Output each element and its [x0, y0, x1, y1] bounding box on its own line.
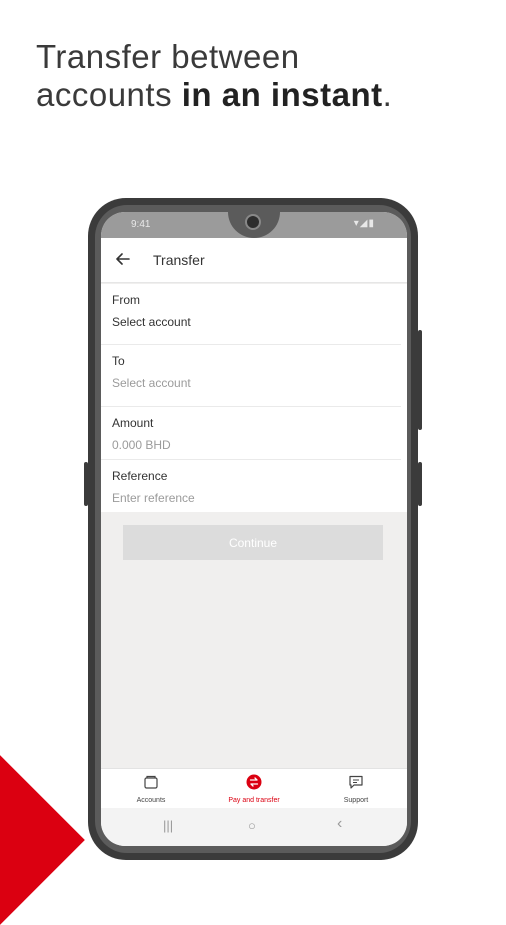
- transfer-form: From Select account To Select account Am…: [101, 284, 407, 512]
- from-value[interactable]: Select account: [112, 314, 390, 330]
- recents-icon[interactable]: |||: [163, 818, 173, 833]
- system-back-icon[interactable]: ‹: [337, 815, 342, 833]
- headline-line2-bold: in an instant: [181, 76, 383, 113]
- home-icon[interactable]: ○: [248, 818, 256, 833]
- bottom-nav: Accounts Pay and transfer Support: [101, 768, 407, 809]
- from-label: From: [112, 293, 140, 307]
- nav-item-accounts[interactable]: Accounts: [106, 774, 196, 804]
- amount-field[interactable]: Amount 0.000 BHD: [101, 407, 401, 460]
- phone-screen: 9:41 ▾◢▮ Transfer From Select account To…: [101, 212, 407, 846]
- transfer-icon: [246, 774, 262, 790]
- back-arrow-icon[interactable]: [113, 249, 133, 269]
- status-time: 9:41: [131, 219, 151, 230]
- nav-item-support[interactable]: Support: [311, 774, 401, 804]
- phone-power-button: [418, 462, 422, 506]
- app-bar: Transfer: [101, 238, 407, 283]
- camera-icon: [245, 214, 261, 230]
- nav-item-pay-and-transfer[interactable]: Pay and transfer: [209, 774, 299, 804]
- reference-input[interactable]: Enter reference: [112, 490, 390, 506]
- wallet-icon: [144, 775, 158, 789]
- headline-line2-plain: accounts: [36, 76, 182, 113]
- phone-volume-button: [84, 462, 88, 506]
- phone-side-button: [418, 330, 422, 430]
- headline: Transfer between accounts in an instant.: [36, 38, 392, 114]
- nav-label-accounts: Accounts: [136, 797, 166, 804]
- page-title: Transfer: [153, 252, 205, 268]
- from-field[interactable]: From Select account: [101, 284, 401, 345]
- status-icons: ▾◢▮: [353, 218, 375, 229]
- headline-line1: Transfer between: [36, 38, 300, 75]
- to-select[interactable]: Select account: [112, 375, 390, 391]
- nav-label-pay-and-transfer: Pay and transfer: [228, 797, 280, 804]
- nav-label-support: Support: [343, 797, 369, 804]
- chat-icon: [349, 775, 363, 789]
- reference-label: Reference: [112, 469, 168, 483]
- system-nav-bar: ||| ○ ‹: [101, 808, 407, 846]
- reference-field[interactable]: Reference Enter reference: [101, 460, 401, 512]
- amount-label: Amount: [112, 416, 154, 430]
- to-field[interactable]: To Select account: [101, 345, 401, 407]
- continue-button[interactable]: Continue: [123, 525, 383, 560]
- brand-diamond-shape: [0, 755, 85, 925]
- to-label: To: [112, 354, 125, 368]
- amount-input[interactable]: 0.000 BHD: [112, 437, 390, 453]
- headline-line2-end: .: [382, 76, 393, 113]
